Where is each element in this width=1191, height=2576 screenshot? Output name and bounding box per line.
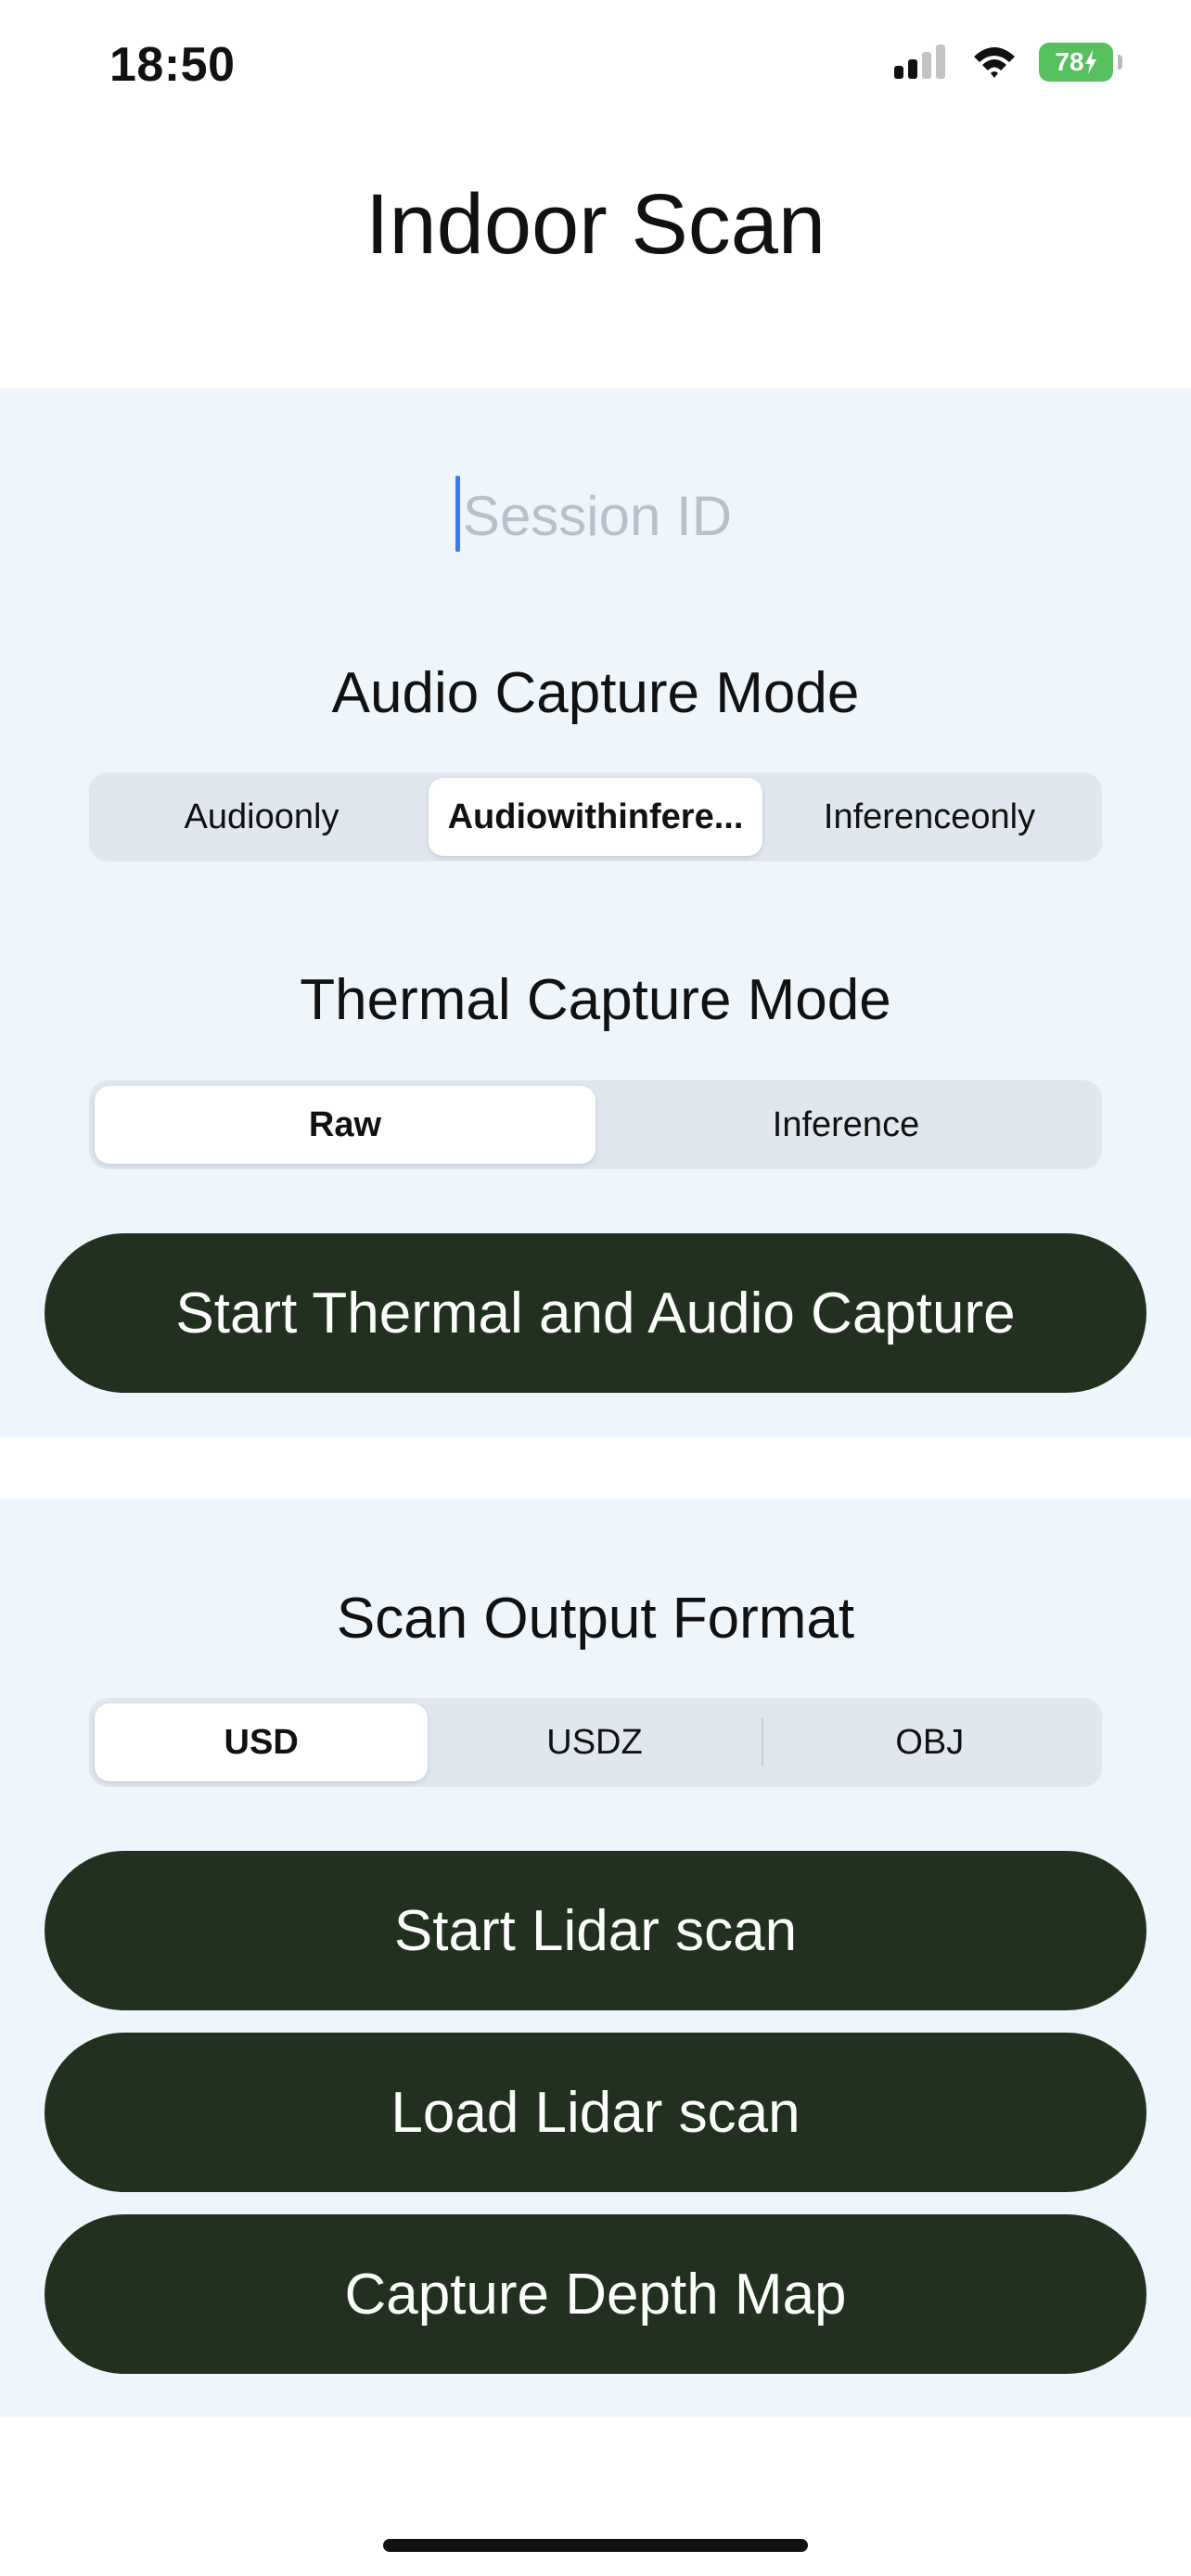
- battery-icon: 78: [1039, 43, 1122, 82]
- battery-level: 78: [1055, 47, 1084, 76]
- cellular-signal-icon: [894, 45, 945, 79]
- scan-output-format-control: USD USDZ OBJ: [89, 1698, 1102, 1787]
- scan-output-format-heading: Scan Output Format: [336, 1587, 855, 1651]
- thermal-capture-mode-control: Raw Inference: [89, 1080, 1102, 1169]
- load-lidar-scan-button[interactable]: Load Lidar scan: [45, 2033, 1146, 2192]
- home-indicator[interactable]: [383, 2539, 808, 2552]
- battery-cap: [1118, 55, 1122, 70]
- segment-inference[interactable]: Inference: [596, 1086, 1096, 1164]
- thermal-capture-heading: Thermal Capture Mode: [300, 968, 891, 1032]
- session-id-input[interactable]: [0, 464, 1191, 567]
- wifi-icon: [974, 47, 1015, 78]
- segment-raw[interactable]: Raw: [95, 1086, 596, 1164]
- segment-audio-with-inference[interactable]: Audiowithinfere...: [429, 778, 762, 856]
- segment-inference-only[interactable]: Inferenceonly: [762, 778, 1096, 856]
- start-thermal-audio-capture-button[interactable]: Start Thermal and Audio Capture: [45, 1233, 1146, 1393]
- charging-bolt-icon: [1084, 50, 1096, 74]
- start-lidar-scan-button[interactable]: Start Lidar scan: [45, 1851, 1146, 2010]
- status-time: 18:50: [109, 38, 236, 92]
- audio-capture-mode-control: Audioonly Audiowithinfere... Inferenceon…: [89, 772, 1102, 861]
- segment-usdz[interactable]: USDZ: [428, 1703, 761, 1781]
- segment-usd[interactable]: USD: [95, 1703, 429, 1781]
- text-cursor: [455, 476, 460, 552]
- status-icons: 78: [892, 43, 1122, 82]
- segment-audio-only[interactable]: Audioonly: [95, 778, 429, 856]
- page-title: Indoor Scan: [365, 177, 826, 272]
- capture-depth-map-button[interactable]: Capture Depth Map: [45, 2214, 1146, 2374]
- status-bar: 18:50 78: [0, 0, 1191, 139]
- segment-obj[interactable]: OBJ: [763, 1703, 1096, 1781]
- audio-capture-heading: Audio Capture Mode: [331, 661, 860, 725]
